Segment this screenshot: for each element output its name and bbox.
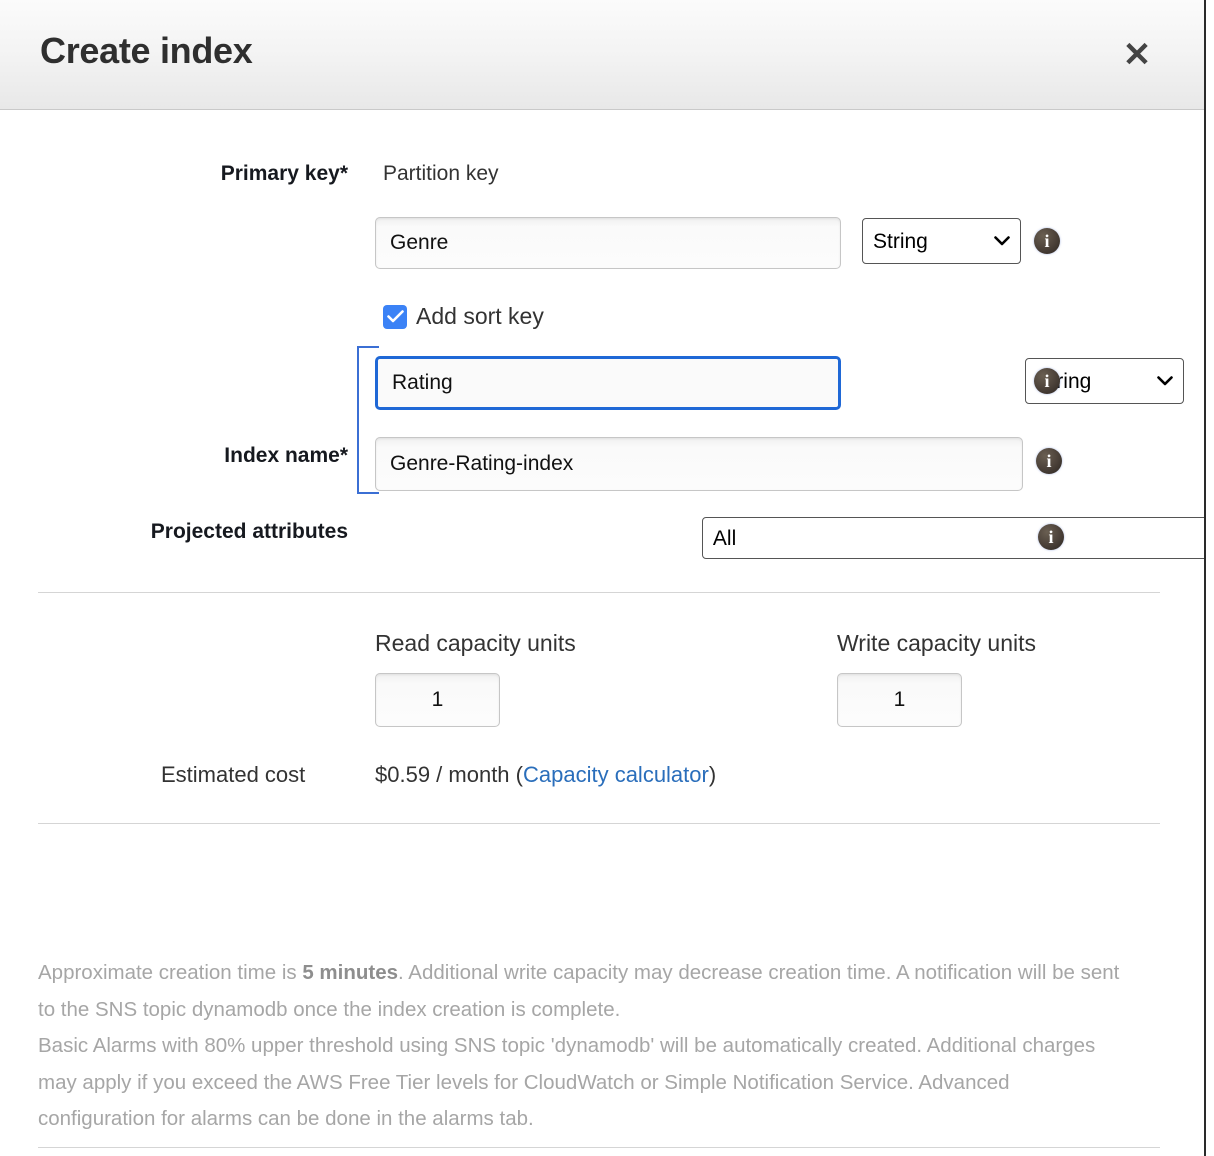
sort-key-info-icon[interactable]: i — [1034, 368, 1060, 394]
read-capacity-label: Read capacity units — [375, 630, 576, 656]
partition-key-type-select[interactable]: String — [862, 218, 1021, 264]
close-icon[interactable]: ✕ — [1118, 36, 1156, 74]
estimated-cost-suffix: ) — [708, 762, 717, 787]
partition-key-type-wrap: String — [862, 218, 1021, 264]
modal-body: Primary key* Partition key String i Add … — [0, 110, 1204, 1156]
add-sort-key-row[interactable]: Add sort key — [383, 303, 544, 330]
index-name-label: Index name* — [224, 444, 348, 467]
index-name-info-icon[interactable]: i — [1036, 448, 1062, 474]
read-capacity-input[interactable] — [375, 673, 500, 727]
write-capacity-input[interactable] — [837, 673, 962, 727]
modal-header: Create index ✕ — [0, 0, 1204, 110]
divider-middle — [38, 823, 1160, 824]
index-name-input[interactable] — [375, 437, 1023, 491]
page-title: Create index — [40, 30, 253, 71]
partition-key-label: Partition key — [383, 162, 499, 185]
projected-attributes-info-icon[interactable]: i — [1038, 524, 1064, 550]
note-line2: Basic Alarms with 80% upper threshold us… — [38, 1034, 1096, 1130]
create-index-modal: Create index ✕ Primary key* Partition ke… — [0, 0, 1206, 1156]
primary-key-label: Primary key* — [220, 162, 348, 185]
estimated-cost-value-row: $0.59 / month (Capacity calculator) — [375, 762, 716, 788]
add-sort-key-label[interactable]: Add sort key — [416, 303, 544, 330]
write-capacity-label: Write capacity units — [837, 630, 1036, 656]
partition-key-info-icon[interactable]: i — [1034, 228, 1060, 254]
partition-key-input[interactable] — [375, 217, 841, 269]
sort-key-input[interactable] — [375, 356, 841, 410]
projected-attributes-select[interactable]: All — [701, 517, 1204, 559]
add-sort-key-checkbox[interactable] — [383, 304, 407, 329]
check-icon — [386, 310, 404, 323]
divider-top — [38, 592, 1160, 593]
divider-bottom — [38, 1147, 1160, 1148]
projected-attributes-wrap: All — [701, 517, 1204, 559]
estimated-cost-label: Estimated cost — [161, 762, 306, 787]
note-part1: Approximate creation time is — [38, 961, 303, 984]
note-bold: 5 minutes — [302, 961, 399, 984]
creation-note: Approximate creation time is 5 minutes. … — [38, 955, 1128, 1138]
projected-attributes-label: Projected attributes — [150, 520, 348, 543]
estimated-cost-prefix: $0.59 / month ( — [375, 762, 523, 787]
capacity-calculator-link[interactable]: Capacity calculator — [523, 762, 709, 787]
